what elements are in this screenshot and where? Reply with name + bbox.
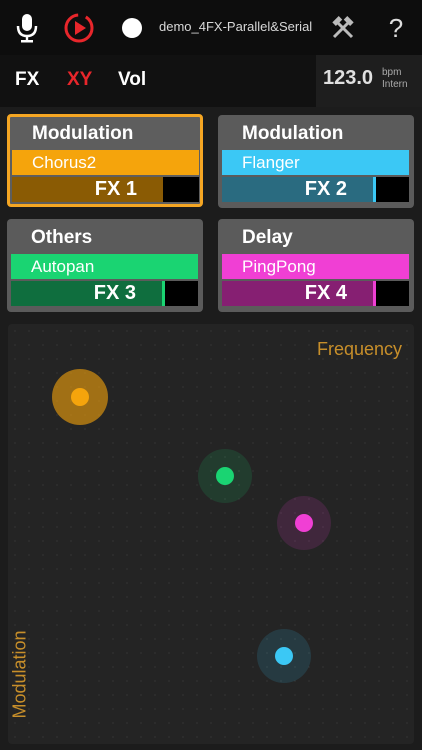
project-name[interactable]: demo_4FX-Parallel&Serial <box>159 19 312 34</box>
top-toolbar: demo_4FX-Parallel&Serial ? <box>0 0 422 55</box>
xy-point-handle[interactable] <box>70 388 89 407</box>
tab-vol[interactable]: Vol <box>118 69 146 91</box>
fx-effect-name[interactable]: PingPong <box>222 254 409 279</box>
fx-level-meter <box>163 177 199 202</box>
tab-xy[interactable]: XY <box>67 69 92 91</box>
fx-category: Modulation <box>242 123 344 144</box>
fx-slot-label: FX 1 <box>94 178 137 200</box>
tempo-display[interactable]: 123.0 bpm Intern <box>316 55 422 107</box>
fx-category: Others <box>31 227 93 248</box>
fx-slot-label: FX 2 <box>304 178 347 200</box>
fx-slot-label: FX 3 <box>93 282 136 304</box>
tempo-source: Intern <box>382 79 408 90</box>
fx-level-stripe <box>373 177 376 202</box>
x-axis-label: Frequency <box>316 339 402 359</box>
microphone-icon[interactable] <box>9 10 45 46</box>
tempo-unit-block: bpm Intern <box>382 67 408 91</box>
help-icon[interactable]: ? <box>378 10 414 46</box>
xy-pad[interactable]: Frequency Modulation <box>8 324 414 744</box>
fx-effect-name[interactable]: Chorus2 <box>12 150 199 175</box>
fx-slot-4[interactable]: Delay PingPong FX 4 <box>218 219 414 312</box>
fx-effect-name[interactable]: Flanger <box>222 150 409 175</box>
fx-category: Modulation <box>32 123 134 144</box>
fx-level-bar[interactable]: FX 1 <box>12 177 163 202</box>
fx-level-meter <box>162 281 198 306</box>
fx-level-stripe <box>162 281 165 306</box>
tools-icon[interactable] <box>325 10 361 46</box>
tempo-unit: bpm <box>382 67 402 78</box>
tab-fx[interactable]: FX <box>15 69 39 91</box>
fx-level-meter <box>373 177 409 202</box>
tempo-value: 123.0 <box>323 67 374 89</box>
y-axis-label: Modulation <box>9 630 30 719</box>
fx-level-bar[interactable]: FX 2 <box>222 177 373 202</box>
fx-level-stripe <box>373 281 376 306</box>
help-label: ? <box>388 12 404 43</box>
fx-slot-1[interactable]: Modulation Chorus2 FX 1 <box>7 114 203 207</box>
xy-point-handle[interactable] <box>274 647 293 666</box>
fx-slot-2[interactable]: Modulation Flanger FX 2 <box>218 115 414 208</box>
record-dot-icon[interactable] <box>114 10 150 46</box>
fx-category: Delay <box>242 227 293 248</box>
fx-level-meter <box>373 281 409 306</box>
fx-slot-label: FX 4 <box>304 282 347 304</box>
fx-effect-name[interactable]: Autopan <box>11 254 198 279</box>
play-record-icon[interactable] <box>61 10 97 46</box>
fx-level-bar[interactable]: FX 4 <box>222 281 373 306</box>
fx-slot-3[interactable]: Others Autopan FX 3 <box>7 219 203 312</box>
fx-level-bar[interactable]: FX 3 <box>11 281 162 306</box>
